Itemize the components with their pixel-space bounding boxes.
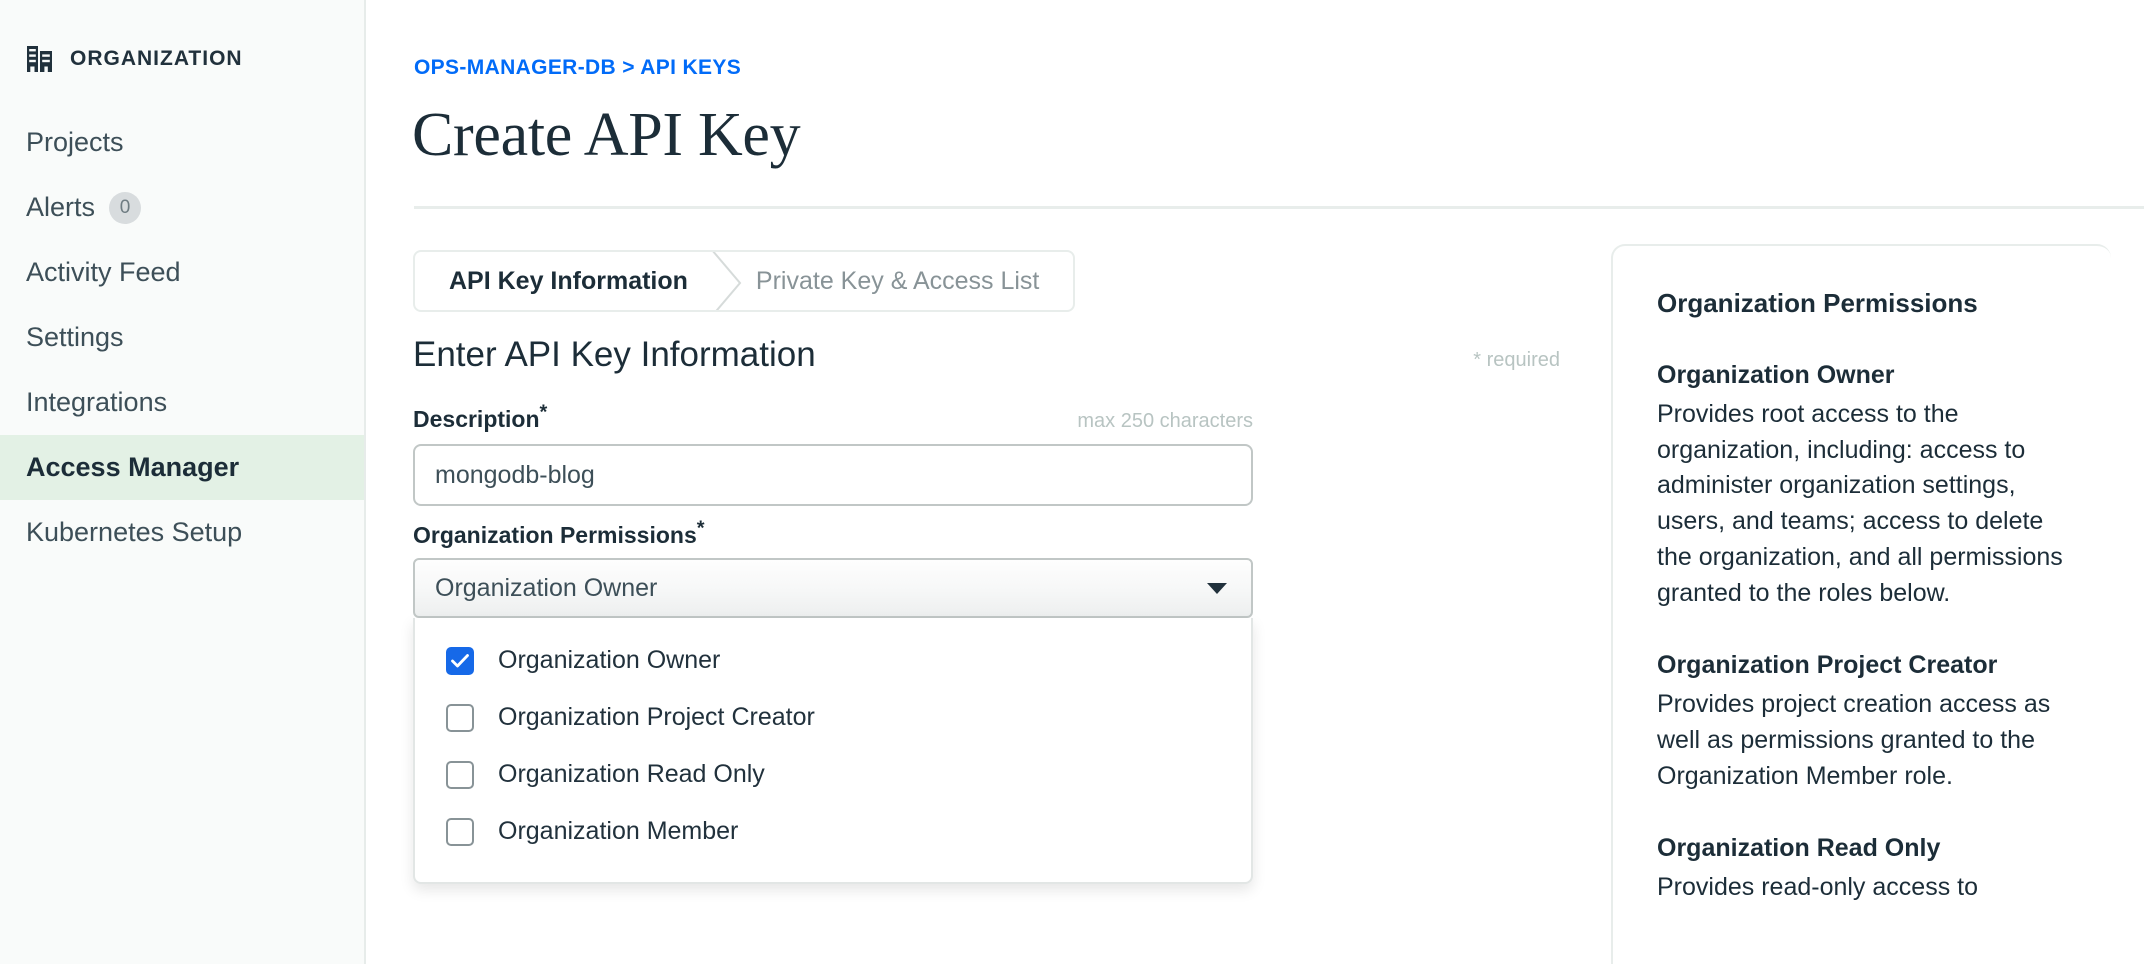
- permissions-label-text: Organization Permissions: [413, 522, 697, 548]
- permissions-selected-value: Organization Owner: [435, 573, 658, 602]
- breadcrumb[interactable]: OPS-MANAGER-DB > API KEYS: [414, 56, 741, 80]
- page-title: Create API Key: [412, 101, 801, 169]
- info-role-name: Organization Read Only: [1657, 834, 1941, 863]
- permissions-field-group: Organization Permissions* Organization O…: [413, 518, 1253, 884]
- option-label: Organization Owner: [498, 646, 721, 674]
- sidebar-item-integrations[interactable]: Integrations: [0, 370, 364, 435]
- app-root: ORGANIZATION Projects Alerts 0 Activity …: [0, 0, 2144, 964]
- sidebar-item-activity-feed[interactable]: Activity Feed: [0, 240, 364, 305]
- section-title: Enter API Key Information: [413, 335, 816, 374]
- checkbox-checked-icon[interactable]: [446, 646, 474, 675]
- sidebar-item-alerts[interactable]: Alerts 0: [0, 175, 364, 240]
- sidebar-item-label: Projects: [26, 127, 124, 157]
- sidebar-item-label: Integrations: [26, 387, 168, 417]
- info-role-name: Organization Project Creator: [1657, 651, 1998, 680]
- sidebar-item-projects[interactable]: Projects: [0, 110, 364, 175]
- title-divider: [414, 206, 2144, 209]
- sidebar: ORGANIZATION Projects Alerts 0 Activity …: [0, 0, 366, 964]
- tab-api-key-information[interactable]: API Key Information: [415, 252, 710, 310]
- sidebar-item-access-manager[interactable]: Access Manager: [0, 435, 364, 500]
- permissions-label-row: Organization Permissions*: [413, 518, 1253, 548]
- info-role-description: Provides root access to the organization…: [1657, 399, 2063, 607]
- permissions-option-organization-owner[interactable]: Organization Owner: [415, 632, 1251, 689]
- info-card-title: Organization Permissions: [1657, 288, 1978, 318]
- permissions-option-organization-project-creator[interactable]: Organization Project Creator: [415, 689, 1251, 746]
- description-label-row: Description* max 250 characters: [413, 402, 1253, 433]
- sidebar-item-label: Kubernetes Setup: [26, 517, 243, 547]
- option-label: Organization Project Creator: [498, 703, 815, 731]
- checkbox-unchecked-icon[interactable]: [446, 760, 474, 789]
- option-label: Organization Member: [498, 817, 739, 845]
- organization-label: ORGANIZATION: [70, 47, 243, 70]
- info-role-block: Organization Owner Provides root access …: [1657, 359, 2071, 611]
- description-label-text: Description: [413, 406, 540, 432]
- sidebar-item-label: Access Manager: [26, 452, 240, 482]
- alerts-count-badge: 0: [109, 191, 142, 224]
- sidebar-item-kubernetes-setup[interactable]: Kubernetes Setup: [0, 500, 364, 565]
- permissions-option-organization-read-only[interactable]: Organization Read Only: [415, 746, 1251, 803]
- permissions-label: Organization Permissions*: [413, 518, 705, 548]
- info-role-description: Provides read-only access to: [1657, 873, 1978, 902]
- required-hint: * required: [1473, 349, 1560, 371]
- chevron-down-icon: [1207, 582, 1227, 594]
- sidebar-item-label: Alerts: [26, 192, 96, 222]
- permissions-option-organization-member[interactable]: Organization Member: [415, 803, 1251, 860]
- option-label: Organization Read Only: [498, 760, 765, 788]
- organization-permissions-info-card: Organization Permissions Organization Ow…: [1611, 244, 2111, 964]
- form-section-header: Enter API Key Information * required: [413, 337, 1560, 372]
- info-role-name: Organization Owner: [1657, 361, 1895, 390]
- description-field-group: Description* max 250 characters: [413, 402, 1253, 506]
- info-role-block: Organization Project Creator Provides pr…: [1657, 649, 2071, 794]
- organization-header: ORGANIZATION: [0, 46, 364, 72]
- tab-private-key-access-list[interactable]: Private Key & Access List: [710, 252, 1073, 310]
- sidebar-item-label: Activity Feed: [26, 257, 181, 287]
- description-label: Description*: [413, 402, 547, 432]
- organization-building-icon: [26, 46, 54, 72]
- info-role-description: Provides project creation access as well…: [1657, 690, 2051, 790]
- permissions-select-button[interactable]: Organization Owner: [413, 558, 1253, 618]
- required-asterisk: *: [539, 401, 548, 424]
- required-asterisk: *: [696, 517, 705, 540]
- permissions-dropdown-panel: Organization Owner Organization Project …: [413, 618, 1253, 884]
- tab-label: Private Key & Access List: [755, 266, 1040, 295]
- description-max-chars-hint: max 250 characters: [1077, 410, 1253, 432]
- step-chevron-icon: [710, 252, 744, 310]
- sidebar-item-settings[interactable]: Settings: [0, 305, 364, 370]
- sidebar-item-label: Settings: [26, 322, 124, 352]
- description-input[interactable]: [413, 444, 1253, 506]
- checkbox-unchecked-icon[interactable]: [446, 817, 474, 846]
- main-content: OPS-MANAGER-DB > API KEYS Create API Key…: [366, 0, 2144, 964]
- info-role-block: Organization Read Only Provides read-onl…: [1657, 832, 2071, 906]
- tab-label: API Key Information: [449, 266, 688, 295]
- checkbox-unchecked-icon[interactable]: [446, 703, 474, 732]
- sidebar-nav: Projects Alerts 0 Activity Feed Settings…: [0, 110, 364, 565]
- stepper-tabs: API Key Information Private Key & Access…: [413, 250, 1076, 312]
